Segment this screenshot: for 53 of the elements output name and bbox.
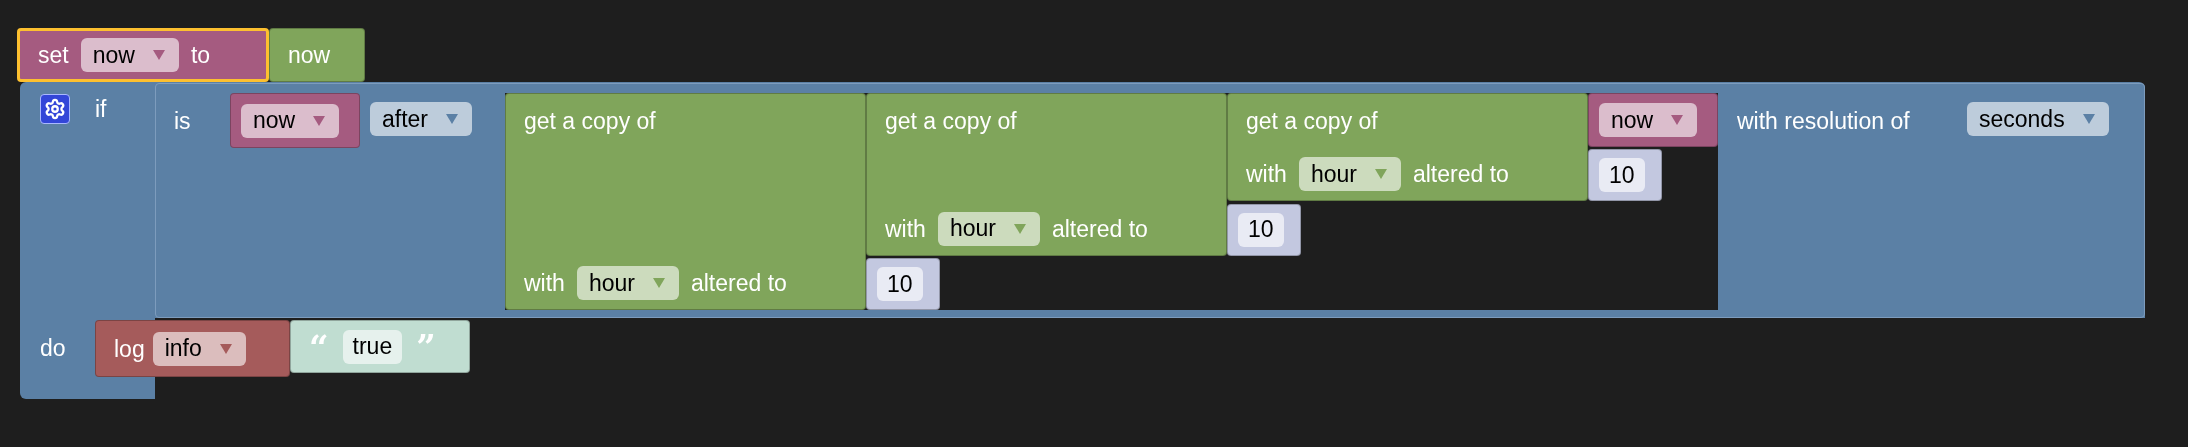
text-block[interactable]: “ true ” bbox=[290, 320, 470, 373]
to-keyword: to bbox=[190, 41, 211, 70]
number-field[interactable]: 10 bbox=[877, 267, 923, 301]
number-field[interactable]: 10 bbox=[1238, 212, 1284, 247]
open-quote: “ bbox=[309, 331, 329, 362]
text-field[interactable]: true bbox=[342, 329, 403, 364]
dropdown[interactable]: now bbox=[241, 103, 340, 138]
dropdown-arrow-icon bbox=[1671, 115, 1684, 125]
dropdown-arrow-icon bbox=[1013, 223, 1026, 234]
dropdown[interactable]: hour bbox=[576, 266, 679, 300]
resolution-label: with resolution of bbox=[1737, 107, 1910, 136]
number-block[interactable]: 10 bbox=[1227, 203, 1301, 256]
dropdown[interactable]: info bbox=[152, 331, 246, 366]
is-keyword: is bbox=[174, 107, 191, 136]
date-copy-block[interactable]: get a copy of with hour altered to bbox=[866, 93, 1227, 256]
altered-keyword: altered to bbox=[1051, 214, 1148, 244]
date-copy-block[interactable]: get a copy of with hour altered to bbox=[1227, 93, 1588, 201]
settings-icon[interactable] bbox=[40, 94, 70, 124]
dropdown-arrow-icon bbox=[313, 115, 326, 126]
block-title: get a copy of bbox=[1246, 107, 1378, 136]
dropdown-arrow-icon bbox=[446, 114, 459, 124]
set-keyword: set bbox=[38, 41, 69, 70]
dropdown[interactable]: hour bbox=[1298, 157, 1401, 191]
dropdown-arrow-icon bbox=[219, 343, 232, 354]
block-title: get a copy of bbox=[524, 107, 656, 136]
dropdown[interactable]: seconds bbox=[1967, 102, 2109, 136]
dropdown-arrow-icon bbox=[152, 50, 165, 60]
dropdown-arrow-icon bbox=[652, 278, 665, 288]
close-quote: ” bbox=[416, 331, 436, 362]
set-variable-block[interactable]: set now to bbox=[17, 28, 269, 82]
altered-keyword: altered to bbox=[690, 269, 787, 298]
dropdown-arrow-icon bbox=[1374, 169, 1387, 179]
altered-keyword: altered to bbox=[1412, 160, 1509, 189]
date-copy-block[interactable]: get a copy of with hour altered to bbox=[505, 93, 866, 310]
do-keyword: do bbox=[40, 334, 66, 363]
dropdown[interactable]: hour bbox=[937, 211, 1040, 246]
now-label: now bbox=[288, 41, 331, 70]
variable-block[interactable]: now bbox=[230, 93, 360, 148]
number-block[interactable]: 10 bbox=[866, 258, 940, 310]
with-keyword: with bbox=[524, 269, 565, 298]
number-field[interactable]: 10 bbox=[1599, 158, 1645, 192]
with-keyword: with bbox=[1246, 160, 1287, 189]
dropdown[interactable]: after bbox=[370, 102, 473, 136]
block-title: get a copy of bbox=[885, 107, 1017, 136]
dropdown-arrow-icon bbox=[2082, 114, 2095, 124]
dropdown[interactable]: now bbox=[80, 38, 179, 72]
if-keyword: if bbox=[95, 95, 107, 124]
log-keyword: log bbox=[114, 334, 145, 364]
with-keyword: with bbox=[885, 214, 926, 244]
dropdown[interactable]: now bbox=[1599, 103, 1698, 137]
variable-block[interactable]: now bbox=[1588, 93, 1718, 147]
log-block[interactable]: log info bbox=[95, 320, 290, 377]
number-block[interactable]: 10 bbox=[1588, 149, 1662, 201]
